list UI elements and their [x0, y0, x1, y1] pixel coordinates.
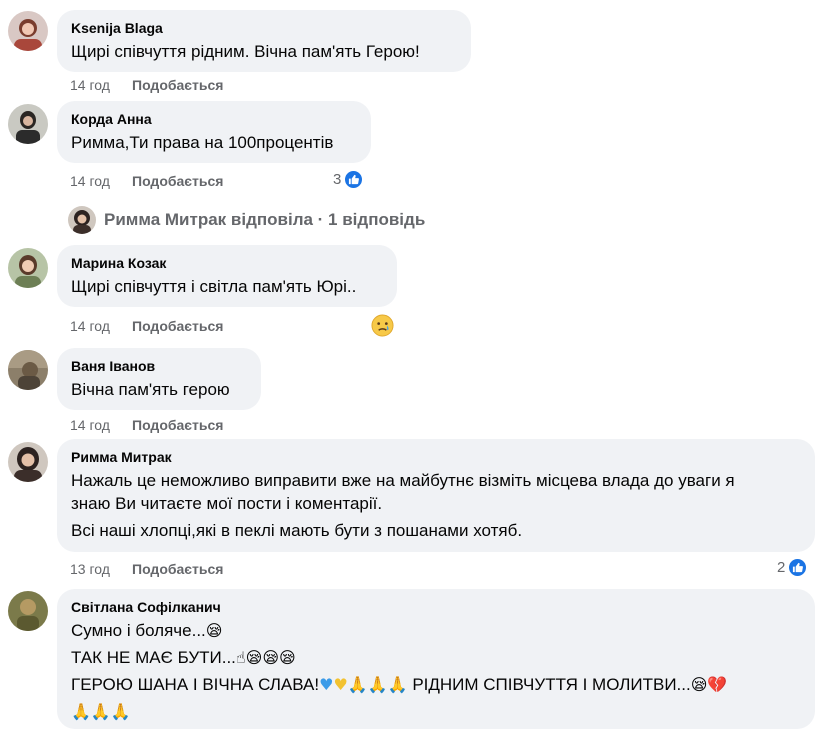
comment-bubble: Світлана Софілканич Сумно і боляче...😪 Т… — [57, 589, 815, 729]
comment-text: Римма,Ти права на 100процентів — [71, 133, 334, 152]
reaction-count: 3 — [333, 171, 342, 188]
comment-text: Вічна пам'ять герою — [71, 380, 230, 399]
like-button[interactable]: Подобається — [132, 318, 223, 334]
comment-author[interactable]: Ksenija Blaga — [71, 19, 458, 37]
view-replies-link[interactable]: Римма Митрак відповіла · 1 відповідь — [68, 205, 425, 235]
folded-hands-icon: 🙏🙏🙏 — [71, 702, 131, 721]
comment-bubble: Ваня Іванов Вічна пам'ять герою — [57, 348, 261, 410]
avatar[interactable] — [8, 104, 48, 144]
comment-text: Щирі співчуття рідним. Вічна пам'ять Гер… — [71, 42, 420, 61]
comment-text: Щирі співчуття і світла пам'ять Юрі.. — [71, 277, 357, 296]
avatar[interactable] — [8, 248, 48, 288]
yellow-heart-icon: ♥ — [333, 675, 348, 694]
folded-hands-icon: 🙏🙏🙏 — [347, 675, 408, 694]
sleepy-face-icon: 😪 — [690, 675, 708, 694]
sleepy-face-icon: 😪 — [205, 621, 223, 640]
sad-face-icon[interactable] — [371, 314, 394, 342]
like-button[interactable]: Подобається — [132, 417, 223, 433]
comment-text: ТАК НЕ МАЄ БУТИ... — [71, 648, 236, 667]
comment-time[interactable]: 13 год — [70, 561, 132, 577]
sleepy-face-icon: 😪😪😪 — [245, 648, 296, 667]
reaction-count: 2 — [777, 559, 786, 576]
comment-actions: 14 год Подобається — [70, 416, 223, 434]
comment-bubble: Ksenija Blaga Щирі співчуття рідним. Віч… — [57, 10, 471, 72]
comment-time[interactable]: 14 год — [70, 318, 132, 334]
comment-actions: 14 год Подобається — [70, 317, 223, 335]
comment-text: ГЕРОЮ ШАНА І ВІЧНА СЛАВА! — [71, 675, 320, 694]
comment-actions: 14 год Подобається — [70, 172, 223, 190]
index-pointing-up-icon: ☝ — [235, 648, 246, 667]
comment-text-line: Нажаль це неможливо виправити вже на май… — [71, 471, 735, 490]
comment-text: РІДНИМ СПІВЧУТТЯ І МОЛИТВИ... — [412, 675, 691, 694]
avatar[interactable] — [8, 591, 48, 631]
comment-text: Сумно і боляче... — [71, 621, 206, 640]
like-button[interactable]: Подобається — [132, 561, 223, 577]
comment-time[interactable]: 14 год — [70, 173, 132, 189]
comment-author[interactable]: Ваня Іванов — [71, 357, 248, 375]
broken-heart-icon: 💔 — [707, 675, 728, 694]
comment-bubble: Римма Митрак Нажаль це неможливо виправи… — [57, 439, 815, 552]
comment-time[interactable]: 14 год — [70, 417, 132, 433]
comment-actions: 13 год Подобається — [70, 560, 223, 578]
avatar[interactable] — [8, 11, 48, 51]
comment-author[interactable]: Корда Анна — [71, 110, 358, 128]
blue-heart-icon: ♥ — [319, 675, 334, 694]
comment-text-line: ТАК НЕ МАЄ БУТИ...☝😪😪😪 — [71, 646, 802, 669]
comment-author[interactable]: Світлана Софілканич — [71, 598, 802, 616]
comment-author[interactable]: Марина Козак — [71, 254, 384, 272]
comment-text-line: ГЕРОЮ ШАНА І ВІЧНА СЛАВА!♥♥🙏🙏🙏 РІДНИМ СП… — [71, 673, 802, 696]
reaction-summary[interactable]: 2 — [777, 557, 809, 578]
like-button[interactable]: Подобається — [132, 77, 223, 93]
comment-time[interactable]: 14 год — [70, 77, 132, 93]
comment-text-line: знаю Ви читаєте мої пости і коментарії. — [71, 494, 383, 513]
avatar[interactable] — [8, 442, 48, 482]
comment-text-line: 🙏🙏🙏 — [71, 700, 802, 723]
avatar — [68, 206, 96, 234]
avatar[interactable] — [8, 350, 48, 390]
reply-summary-text: Римма Митрак відповіла · 1 відповідь — [104, 210, 426, 229]
comment-bubble: Корда Анна Римма,Ти права на 100проценті… — [57, 101, 371, 163]
like-button[interactable]: Подобається — [132, 173, 223, 189]
like-thumb-icon — [787, 557, 809, 578]
comment-actions: 14 год Подобається — [70, 76, 223, 94]
comment-text-line: Всі наші хлопці,які в пеклі мають бути з… — [71, 521, 523, 540]
comment-bubble: Марина Козак Щирі співчуття і світла пам… — [57, 245, 397, 307]
comment-text-line: Сумно і боляче...😪 — [71, 619, 802, 642]
reaction-summary[interactable]: 3 — [333, 169, 365, 190]
like-thumb-icon — [343, 169, 365, 190]
comment-author[interactable]: Римма Митрак — [71, 448, 802, 466]
